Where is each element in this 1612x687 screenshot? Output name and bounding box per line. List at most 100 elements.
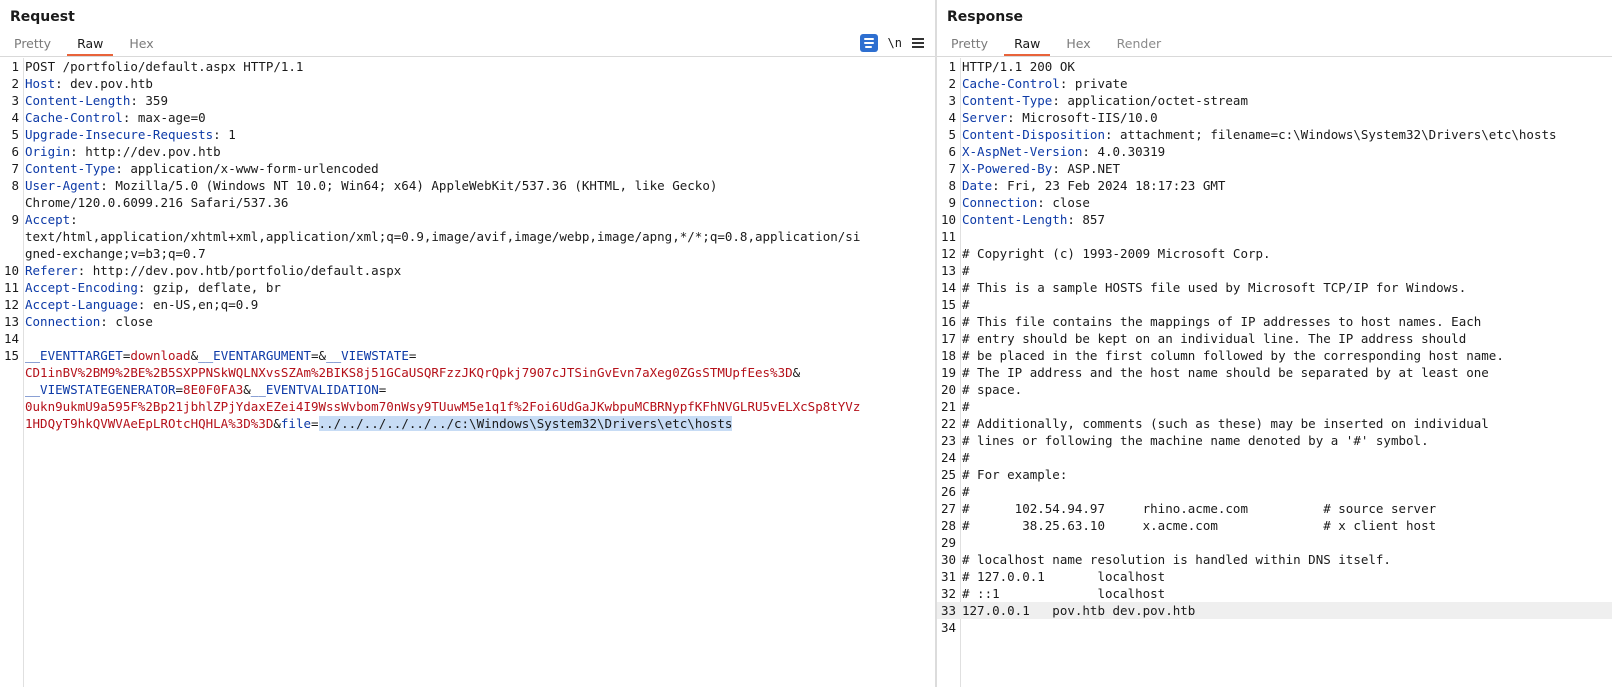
response-line: 22 # Additionally, comments (such as thes…: [937, 415, 1612, 432]
header-name: X-Powered-By: [962, 161, 1053, 176]
response-editor[interactable]: 1 HTTP/1.1 200 OK 2 Cache-Control: private 3…: [937, 58, 1612, 687]
code-text: # The IP address and the host name shoul…: [962, 365, 1489, 380]
line-text: #: [962, 483, 970, 500]
code-text: : attachment; filename=c:\Windows\System…: [1105, 127, 1557, 142]
line-text: #: [962, 398, 970, 415]
code-text: POST /portfolio/default.aspx HTTP/1.1: [25, 59, 304, 74]
request-line: 14: [0, 330, 936, 347]
line-text: Content-Disposition: attachment; filenam…: [962, 126, 1557, 143]
request-editor[interactable]: 1 POST /portfolio/default.aspx HTTP/1.1 2 H…: [0, 58, 936, 687]
request-line: 11 Accept-Encoding: gzip, deflate, br: [0, 279, 936, 296]
line-number: 6: [948, 144, 956, 159]
code-text: : http://dev.pov.htb: [70, 144, 221, 159]
line-text: # This file contains the mappings of IP …: [962, 313, 1481, 330]
line-number: 15: [940, 297, 956, 312]
response-line: 15 #: [937, 296, 1612, 313]
code-text: # entry should be kept on an individual …: [962, 331, 1467, 346]
param-name: file: [280, 416, 311, 431]
line-number: 7: [948, 161, 956, 176]
request-tab-raw[interactable]: Raw: [67, 36, 114, 56]
line-text: # ::1 localhost: [962, 585, 1165, 602]
line-text: __VIEWSTATEGENERATOR=8E0F0FA3&__EVENTVAL…: [25, 381, 386, 398]
line-text: # Additionally, comments (such as these)…: [962, 415, 1489, 432]
request-line: 9 Accept:: [0, 211, 936, 228]
code-text: : Mozilla/5.0 (Windows NT 10.0; Win64; x…: [100, 178, 718, 193]
line-number: 20: [940, 382, 956, 397]
code-text: : max-age=0: [122, 110, 206, 125]
response-tab-render[interactable]: Render: [1107, 36, 1172, 56]
line-number: 33: [940, 603, 956, 618]
line-text: Connection: close: [962, 194, 1090, 211]
line-number: 11: [3, 280, 19, 295]
show-newlines-icon[interactable]: \n: [888, 36, 902, 50]
param-name: __VIEWSTATE: [326, 348, 409, 363]
line-number: 21: [940, 399, 956, 414]
header-name: Content-Length: [25, 93, 131, 108]
line-text: Content-Length: 857: [962, 211, 1105, 228]
code-text: 127.0.0.1 pov.htb dev.pov.htb: [962, 603, 1196, 618]
response-tab-divider: [937, 56, 1612, 57]
request-tabs: Pretty Raw Hex: [4, 36, 170, 56]
request-line: 3 Content-Length: 359: [0, 92, 936, 109]
response-tabs: Pretty Raw Hex Render: [941, 36, 1177, 56]
response-line: 28 # 38.25.63.10 x.acme.com # x client ho…: [937, 517, 1612, 534]
code-text: # 127.0.0.1 localhost: [962, 569, 1166, 584]
line-text: 0ukn9ukmU9a595F%2Bp21jbhlZPjYdaxEZei4I9W…: [25, 398, 860, 415]
code-text: : gzip, deflate, br: [137, 280, 281, 295]
response-line: 1 HTTP/1.1 200 OK: [937, 58, 1612, 75]
header-name: X-AspNet-Version: [962, 144, 1083, 159]
line-text: # space.: [962, 381, 1022, 398]
response-line: 9 Connection: close: [937, 194, 1612, 211]
word-wrap-icon[interactable]: [859, 34, 878, 52]
line-number: 12: [940, 246, 956, 261]
line-text: Chrome/120.0.6099.216 Safari/537.36: [25, 194, 288, 211]
code-text: &: [273, 416, 281, 431]
line-number: 4: [11, 110, 19, 125]
line-number: 3: [11, 93, 19, 108]
line-text: __EVENTTARGET = download&__EVENTARGUMENT=&…: [25, 347, 416, 364]
line-number: 22: [940, 416, 956, 431]
menu-icon[interactable]: [912, 38, 924, 48]
line-text: Content-Type: application/octet-stream: [962, 92, 1248, 109]
param-name: __EVENTARGUMENT: [198, 348, 312, 363]
response-line: 29: [937, 534, 1612, 551]
header-name: Content-Type: [962, 93, 1053, 108]
request-tab-divider: [0, 56, 936, 57]
line-text: #: [962, 296, 970, 313]
response-tab-raw[interactable]: Raw: [1004, 36, 1051, 56]
line-number: 10: [3, 263, 19, 278]
response-tab-hex[interactable]: Hex: [1056, 36, 1100, 56]
line-number: 3: [948, 93, 956, 108]
code-text: # be placed in the first column followed…: [962, 348, 1504, 363]
line-text: # This is a sample HOSTS file used by Mi…: [962, 279, 1466, 296]
code-text: : application/octet-stream: [1052, 93, 1248, 108]
response-line: 4 Server: Microsoft-IIS/10.0: [937, 109, 1612, 126]
code-text: :: [70, 212, 78, 227]
code-text: &: [243, 382, 251, 397]
line-number: 28: [940, 518, 956, 533]
line-text: Connection: close: [25, 313, 153, 330]
code-text: Chrome/120.0.6099.216 Safari/537.36: [25, 195, 289, 210]
response-line: 26 #: [937, 483, 1612, 500]
line-number: 18: [940, 348, 956, 363]
line-number: 5: [11, 127, 19, 142]
line-text: Server: Microsoft-IIS/10.0: [962, 109, 1158, 126]
request-tab-hex[interactable]: Hex: [119, 36, 163, 56]
code-text: # This file contains the mappings of IP …: [962, 314, 1482, 329]
line-text: Accept-Language: en-US,en;q=0.9: [25, 296, 258, 313]
response-line: 20 # space.: [937, 381, 1612, 398]
request-tab-pretty[interactable]: Pretty: [4, 36, 61, 56]
line-number: 8: [948, 178, 956, 193]
code-text: : 1: [213, 127, 236, 142]
header-name: Content-Length: [962, 212, 1068, 227]
line-text: Date: Fri, 23 Feb 2024 18:17:23 GMT: [962, 177, 1225, 194]
code-text: # localhost name resolution is handled w…: [962, 552, 1391, 567]
response-tab-pretty[interactable]: Pretty: [941, 36, 998, 56]
header-name: Referer: [25, 263, 78, 278]
code-text: text/html,application/xhtml+xml,applicat…: [25, 229, 861, 244]
code-text: =: [311, 416, 319, 431]
request-line: 7 Content-Type: application/x-www-form-ur…: [0, 160, 936, 177]
line-number: 17: [940, 331, 956, 346]
line-text: Accept-Encoding: gzip, deflate, br: [25, 279, 281, 296]
line-text: # 38.25.63.10 x.acme.com # x client host: [962, 517, 1436, 534]
